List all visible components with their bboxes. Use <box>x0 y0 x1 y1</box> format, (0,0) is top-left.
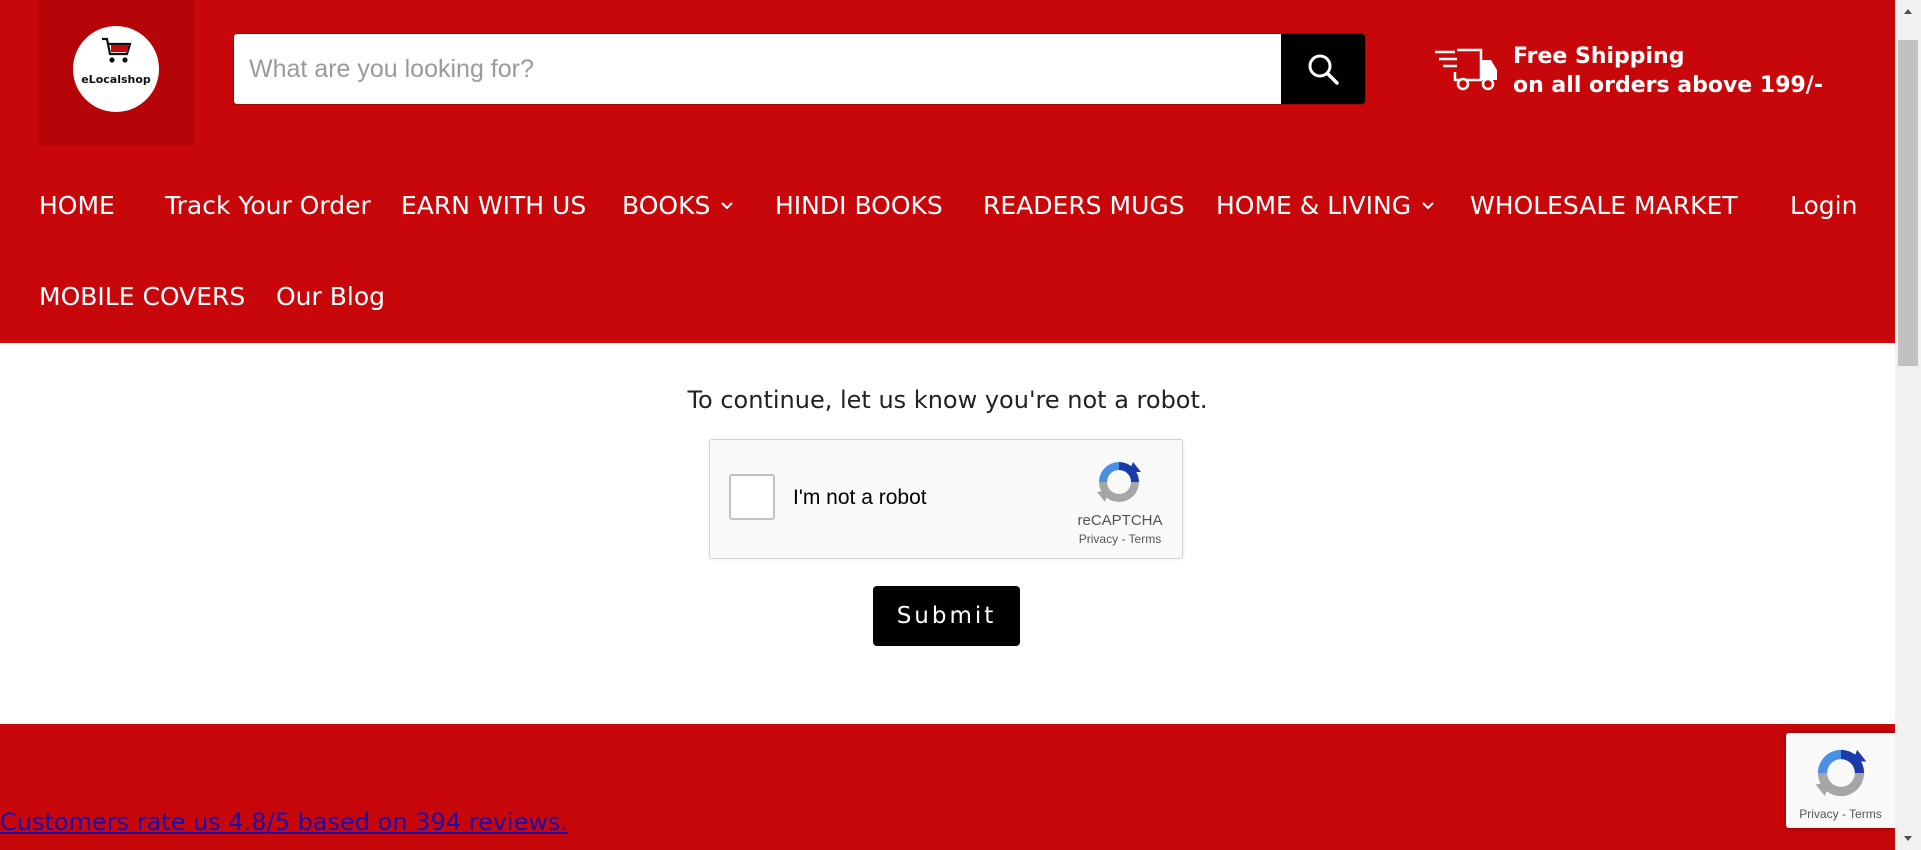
nav-wholesale-label: WHOLESALE MARKET <box>1470 191 1738 220</box>
scrollbar-thumb[interactable] <box>1898 40 1918 366</box>
vertical-scrollbar[interactable] <box>1895 0 1921 850</box>
logo-container[interactable]: eLocalshop <box>39 0 194 146</box>
recaptcha-badge[interactable]: Privacy - Terms <box>1786 733 1895 828</box>
nav-home-living[interactable]: HOME & LIVING <box>1216 191 1435 220</box>
nav-track-order-label: Track Your Order <box>165 191 371 220</box>
site-header: eLocalshop Free Shipping on all orders a… <box>0 0 1895 343</box>
badge-privacy-terms[interactable]: Privacy - Terms <box>1786 807 1895 821</box>
chevron-down-icon <box>721 201 734 209</box>
recaptcha-icon <box>1097 462 1141 502</box>
captcha-checkbox[interactable] <box>729 474 775 520</box>
nav-readers-mugs-label: READERS MUGS <box>983 191 1185 220</box>
shipping-title: Free Shipping <box>1513 44 1685 69</box>
free-shipping-banner: Free Shipping on all orders above 199/- <box>1513 42 1823 100</box>
nav-earn-with-us[interactable]: EARN WITH US <box>401 191 586 220</box>
reviews-link[interactable]: Customers rate us 4.8/5 based on 394 rev… <box>0 808 568 836</box>
captcha-brand: reCAPTCHA <box>1077 512 1163 529</box>
search-icon <box>1308 54 1339 85</box>
captcha-prompt: To continue, let us know you're not a ro… <box>687 386 1208 414</box>
nav-earn-label: EARN WITH US <box>401 191 587 220</box>
chevron-down-icon <box>1422 201 1434 209</box>
nav-home[interactable]: HOME <box>39 191 115 220</box>
search-button[interactable] <box>1281 34 1365 104</box>
nav-hindi-books[interactable]: HINDI BOOKS <box>775 191 943 220</box>
nav-readers-mugs[interactable]: READERS MUGS <box>983 191 1185 220</box>
nav-mobile-covers-label: MOBILE COVERS <box>39 282 246 311</box>
nav-our-blog[interactable]: Our Blog <box>276 282 385 311</box>
nav-books-label: BOOKS <box>622 191 711 220</box>
login-link[interactable]: Login <box>1790 191 1857 220</box>
shipping-subtitle: on all orders above 199/- <box>1513 73 1823 98</box>
nav-home-label: HOME <box>39 191 115 220</box>
captcha-label: I'm not a robot <box>793 486 927 509</box>
nav-mobile-covers[interactable]: MOBILE COVERS <box>39 282 245 311</box>
logo[interactable]: eLocalshop <box>73 26 159 112</box>
login-label: Login <box>1790 191 1858 220</box>
captcha-privacy-terms[interactable]: Privacy - Terms <box>1062 532 1178 546</box>
search-input[interactable] <box>234 34 1281 104</box>
recaptcha-icon <box>1815 749 1867 797</box>
nav-books[interactable]: BOOKS <box>622 191 734 220</box>
submit-button[interactable]: Submit <box>873 586 1020 646</box>
nav-hindi-books-label: HINDI BOOKS <box>775 191 943 220</box>
search-bar <box>233 33 1366 105</box>
logo-text: eLocalshop <box>81 73 151 86</box>
truck-icon <box>1435 48 1497 91</box>
nav-blog-label: Our Blog <box>276 282 386 311</box>
nav-wholesale-market[interactable]: WHOLESALE MARKET <box>1470 191 1738 220</box>
cart-icon <box>102 37 132 63</box>
nav-home-living-label: HOME & LIVING <box>1216 191 1412 220</box>
scroll-down-arrow-icon[interactable] <box>1895 830 1921 848</box>
nav-track-order[interactable]: Track Your Order <box>165 191 371 220</box>
scroll-up-arrow-icon[interactable] <box>1895 2 1921 20</box>
recaptcha-widget: I'm not a robot reCAPTCHA Privacy - Term… <box>709 439 1183 559</box>
